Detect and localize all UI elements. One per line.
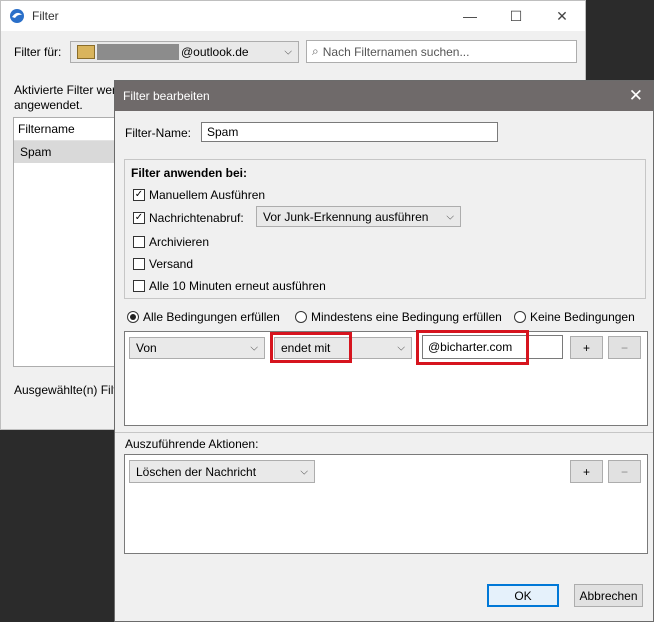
option-fetch[interactable]: ✓ Nachrichtenabruf: xyxy=(133,211,244,225)
filter-list[interactable]: Filtername Spam xyxy=(13,117,123,367)
chevron-down-icon: ⌵ xyxy=(397,342,405,354)
manual-checkbox[interactable]: ✓ xyxy=(133,189,145,201)
edit-filter-dialog: Filter bearbeiten ✕ Filter-Name: Spam Fi… xyxy=(114,80,654,622)
action-value: Löschen der Nachricht xyxy=(136,464,257,479)
radio-all-button[interactable] xyxy=(127,311,139,323)
dialog-title: Filter bearbeiten xyxy=(123,89,210,103)
send-label: Versand xyxy=(149,257,194,271)
filter-window-title: Filter xyxy=(32,9,59,23)
value-highlight-box xyxy=(416,330,529,365)
cancel-button[interactable]: Abbrechen xyxy=(574,584,643,607)
actions-label: Auszuführende Aktionen: xyxy=(125,437,259,451)
chevron-down-icon: ⌵ xyxy=(300,466,308,477)
radio-any[interactable]: Mindestens eine Bedingung erfüllen xyxy=(295,310,502,324)
radio-none-button[interactable] xyxy=(514,311,526,323)
filter-name-input[interactable]: Spam xyxy=(201,122,498,142)
radio-none-label: Keine Bedingungen xyxy=(530,310,635,324)
option-manual[interactable]: ✓ Manuellem Ausführen xyxy=(133,188,265,202)
divider xyxy=(115,432,653,433)
active-filters-text: Aktivierte Filter wer angewendet. xyxy=(14,83,116,113)
manual-label: Manuellem Ausführen xyxy=(149,188,266,202)
chevron-down-icon: ⌵ xyxy=(250,342,258,354)
add-action-button[interactable]: + xyxy=(570,460,603,483)
close-window-icon[interactable]: ✕ xyxy=(539,1,585,31)
list-header: Filtername xyxy=(14,118,122,141)
radio-all-label: Alle Bedingungen erfüllen xyxy=(143,310,280,324)
account-suffix: @outlook.de xyxy=(181,45,249,59)
minimize-icon[interactable]: — xyxy=(447,1,493,31)
search-icon: ⌕ xyxy=(312,44,319,58)
selected-filters-label: Ausgewählte(n) Filt xyxy=(14,383,117,397)
junk-select-value: Vor Junk-Erkennung ausführen xyxy=(263,209,429,224)
send-checkbox[interactable] xyxy=(133,258,145,270)
periodic-checkbox[interactable] xyxy=(133,280,145,292)
maximize-icon[interactable]: ☐ xyxy=(493,1,539,31)
ok-button[interactable]: OK xyxy=(487,584,559,607)
search-placeholder: Nach Filternamen suchen... xyxy=(322,44,470,59)
condition-field-select[interactable]: Von ⌵ xyxy=(129,337,265,359)
radio-any-button[interactable] xyxy=(295,311,307,323)
archive-checkbox[interactable] xyxy=(133,236,145,248)
chevron-down-icon: ⌵ xyxy=(284,46,292,58)
junk-select[interactable]: Vor Junk-Erkennung ausführen ⌵ xyxy=(256,206,461,227)
apply-group: Filter anwenden bei: ✓ Manuellem Ausführ… xyxy=(124,159,646,299)
filter-for-label: Filter für: xyxy=(14,45,62,59)
operator-highlight-box xyxy=(270,332,352,363)
active-filters-line2: angewendet. xyxy=(14,98,83,112)
actions-panel: Löschen der Nachricht ⌵ + − xyxy=(124,454,648,554)
remove-condition-button[interactable]: − xyxy=(608,336,641,359)
close-icon[interactable]: ✕ xyxy=(629,86,643,106)
dialog-titlebar: Filter bearbeiten ✕ xyxy=(115,81,653,111)
thunderbird-logo-icon xyxy=(9,8,25,24)
active-filters-line1: Aktivierte Filter wer xyxy=(14,83,117,97)
periodic-label: Alle 10 Minuten erneut ausführen xyxy=(149,279,326,293)
conditions-panel: Von ⌵ endet mit ⌵ @bicharter.com + − xyxy=(124,330,648,426)
fetch-checkbox[interactable]: ✓ xyxy=(133,212,145,224)
action-select[interactable]: Löschen der Nachricht ⌵ xyxy=(129,460,315,483)
add-condition-button[interactable]: + xyxy=(570,336,603,359)
remove-action-button[interactable]: − xyxy=(608,460,641,483)
archive-label: Archivieren xyxy=(149,235,210,249)
account-redacted xyxy=(97,44,179,60)
filter-window-titlebar: Filter — ☐ ✕ xyxy=(1,1,585,31)
condition-field-value: Von xyxy=(136,341,157,355)
filter-name-label: Filter-Name: xyxy=(125,126,192,140)
account-icon xyxy=(77,45,95,59)
apply-heading: Filter anwenden bei: xyxy=(131,166,248,180)
option-periodic[interactable]: Alle 10 Minuten erneut ausführen xyxy=(133,279,326,293)
radio-none[interactable]: Keine Bedingungen xyxy=(514,310,635,324)
list-item[interactable]: Spam xyxy=(14,141,122,163)
option-archive[interactable]: Archivieren xyxy=(133,235,209,249)
radio-any-label: Mindestens eine Bedingung erfüllen xyxy=(311,310,502,324)
option-send[interactable]: Versand xyxy=(133,257,193,271)
account-select[interactable]: @outlook.de ⌵ xyxy=(70,41,299,63)
fetch-label: Nachrichtenabruf: xyxy=(149,211,244,225)
radio-all[interactable]: Alle Bedingungen erfüllen xyxy=(127,310,280,324)
chevron-down-icon: ⌵ xyxy=(446,211,454,222)
filter-search-input[interactable]: ⌕ Nach Filternamen suchen... xyxy=(306,40,577,63)
